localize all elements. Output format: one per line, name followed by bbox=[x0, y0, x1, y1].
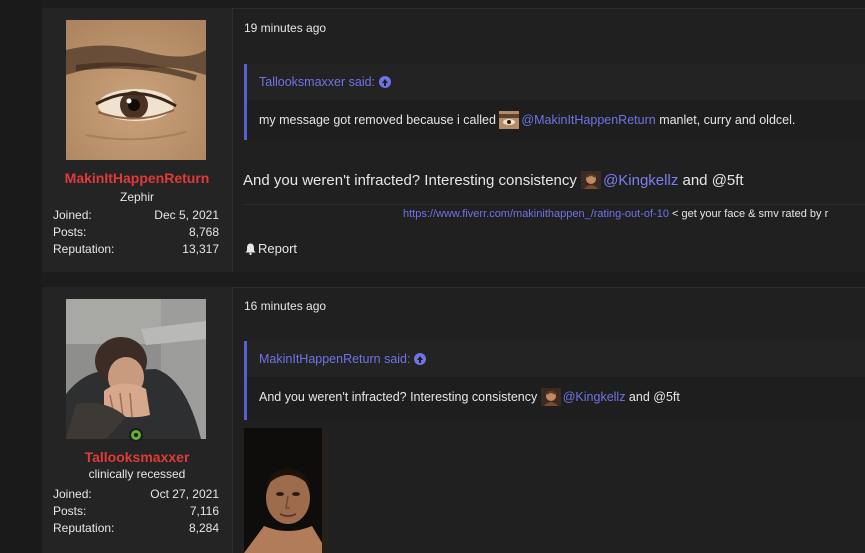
user-title: Zephir bbox=[119, 190, 154, 204]
stat-label: Joined: bbox=[53, 208, 92, 222]
stat-label: Posts: bbox=[53, 225, 87, 239]
stat-label: Reputation: bbox=[53, 521, 115, 535]
post-1: MakinItHappenReturn Zephir Joined: Dec 5… bbox=[42, 8, 865, 272]
body-text-before: And you weren't infracted? Interesting c… bbox=[243, 172, 582, 189]
message-cell: 19 minutes ago Tallooksmaxxer said: my m… bbox=[233, 8, 865, 272]
bell-icon bbox=[245, 243, 256, 255]
stat-value: 13,317 bbox=[182, 242, 219, 256]
mention-link[interactable]: @MakinItHappenReturn bbox=[521, 113, 655, 127]
post-timestamp[interactable]: 19 minutes ago bbox=[244, 21, 326, 35]
mention-avatar-icon bbox=[540, 387, 561, 406]
report-button[interactable]: Report bbox=[245, 241, 297, 256]
quote-text: And you weren't infracted? Interesting c… bbox=[247, 377, 865, 417]
quote-text-before: And you weren't infracted? Interesting c… bbox=[259, 390, 538, 404]
user-cell: Tallooksmaxxer clinically recessed Joine… bbox=[42, 287, 233, 553]
avatar[interactable] bbox=[66, 20, 206, 160]
arrow-up-circle-icon[interactable] bbox=[379, 75, 392, 88]
stat-label: Reputation: bbox=[53, 242, 115, 256]
stat-value: Oct 27, 2021 bbox=[150, 487, 219, 501]
mention-link[interactable]: @Kingkellz bbox=[603, 172, 678, 189]
avatar[interactable] bbox=[66, 299, 206, 439]
stat-label: Joined: bbox=[53, 487, 92, 501]
quote-text-after: manlet, curry and oldcel. bbox=[655, 113, 796, 127]
mention-avatar-icon bbox=[499, 110, 520, 129]
stat-label: Posts: bbox=[53, 504, 87, 518]
signature: https://www.fiverr.com/makinithappen_/ra… bbox=[403, 208, 828, 220]
mention-avatar-icon bbox=[581, 171, 602, 190]
stat-posts: Posts: 8,768 bbox=[53, 224, 219, 241]
stat-value: 7,116 bbox=[189, 504, 219, 518]
user-stats: Joined: Dec 5, 2021 Posts: 8,768 Reputat… bbox=[53, 207, 219, 258]
page-left-gutter bbox=[0, 0, 42, 553]
body-text-after: and @5ft bbox=[678, 172, 744, 189]
stat-value: 8,768 bbox=[188, 225, 219, 239]
stat-reputation: Reputation: 8,284 bbox=[53, 520, 219, 537]
quote-block: Tallooksmaxxer said: my message got remo… bbox=[244, 64, 865, 140]
quote-text-before: my message got removed because i called bbox=[259, 113, 496, 127]
message-cell: 16 minutes ago MakinItHappenReturn said:… bbox=[233, 287, 865, 553]
stat-value: 8,284 bbox=[188, 521, 219, 535]
quote-author[interactable]: MakinItHappenReturn said: bbox=[259, 352, 410, 366]
signature-text: < get your face & smv rated by r bbox=[668, 208, 829, 220]
stat-posts: Posts: 7,116 bbox=[53, 503, 219, 520]
stat-value: Dec 5, 2021 bbox=[154, 208, 219, 222]
username[interactable]: Tallooksmaxxer bbox=[42, 449, 232, 465]
post-2: Tallooksmaxxer clinically recessed Joine… bbox=[42, 287, 865, 553]
user-cell: MakinItHappenReturn Zephir Joined: Dec 5… bbox=[42, 8, 233, 272]
quote-text: my message got removed because i called … bbox=[247, 100, 865, 140]
post-body: And you weren't infracted? Interesting c… bbox=[243, 171, 744, 190]
user-stats: Joined: Oct 27, 2021 Posts: 7,116 Reputa… bbox=[53, 486, 219, 537]
report-label[interactable]: Report bbox=[258, 241, 297, 256]
signature-link[interactable]: https://www.fiverr.com/makinithappen_/ra… bbox=[403, 208, 669, 220]
stat-joined: Joined: Oct 27, 2021 bbox=[53, 486, 219, 503]
quote-header[interactable]: Tallooksmaxxer said: bbox=[247, 64, 865, 100]
mention-link[interactable]: @Kingkellz bbox=[563, 390, 626, 404]
quote-header[interactable]: MakinItHappenReturn said: bbox=[247, 341, 865, 377]
online-status-icon bbox=[129, 428, 143, 442]
stat-reputation: Reputation: 13,317 bbox=[53, 241, 219, 258]
signature-separator bbox=[244, 204, 865, 205]
stat-joined: Joined: Dec 5, 2021 bbox=[53, 207, 219, 224]
post-timestamp[interactable]: 16 minutes ago bbox=[244, 299, 326, 313]
arrow-up-circle-icon[interactable] bbox=[414, 352, 427, 365]
quote-author[interactable]: Tallooksmaxxer said: bbox=[259, 75, 375, 89]
quote-text-after: and @5ft bbox=[625, 390, 680, 404]
username[interactable]: MakinItHappenReturn bbox=[42, 170, 232, 186]
quote-block: MakinItHappenReturn said: And you weren'… bbox=[244, 341, 865, 420]
post-image[interactable] bbox=[244, 428, 328, 553]
user-title: clinically recessed bbox=[88, 467, 186, 481]
